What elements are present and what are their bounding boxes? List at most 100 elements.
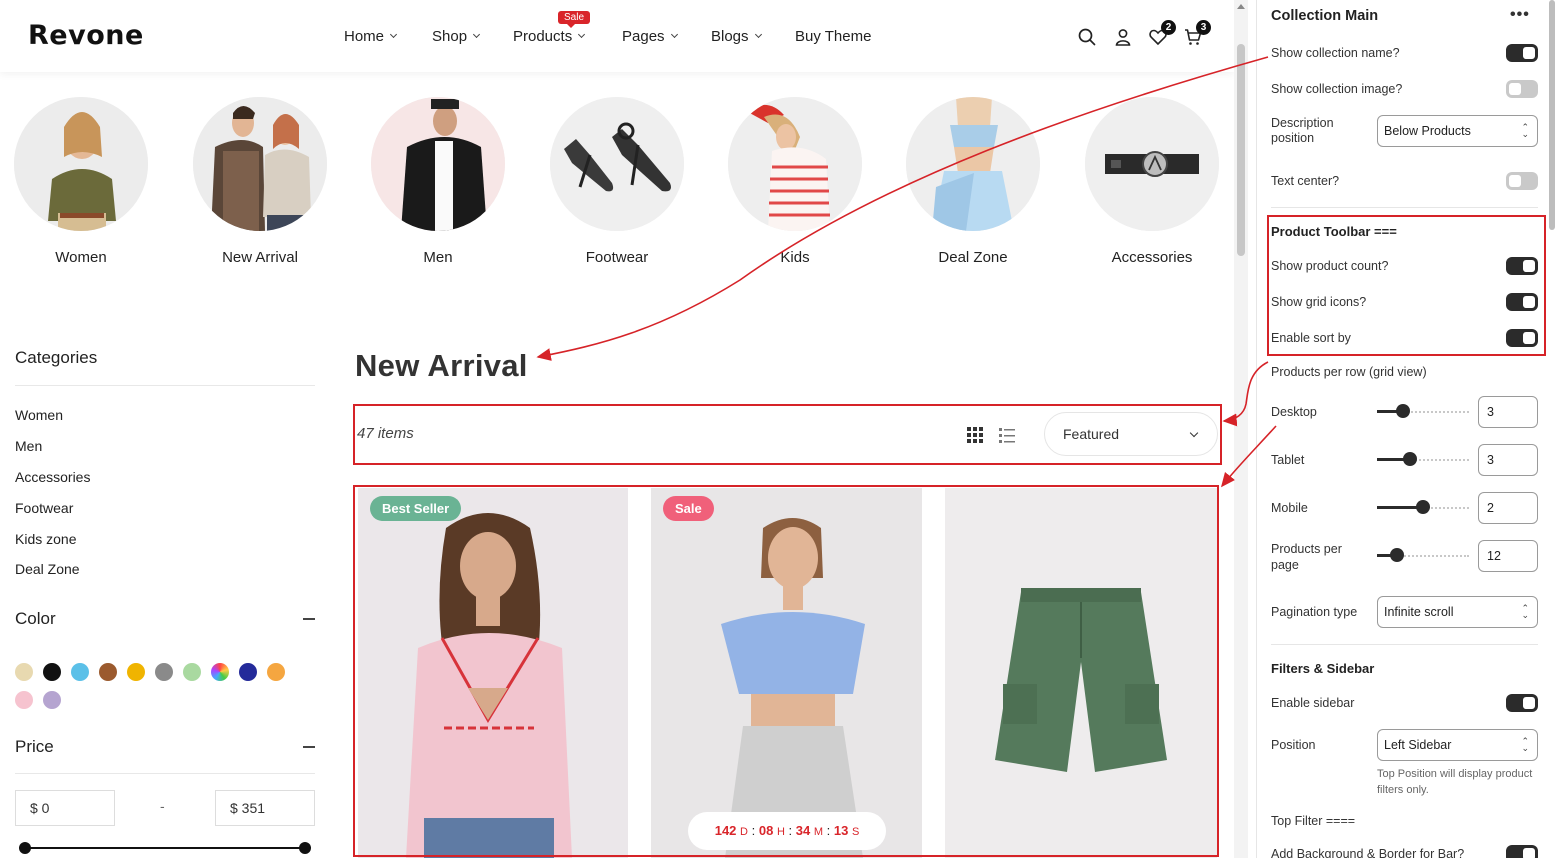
collection-women-image	[14, 97, 148, 231]
nav-pages[interactable]: Pages	[622, 28, 678, 45]
collapse-price-icon[interactable]	[303, 746, 315, 748]
add-background-toggle[interactable]	[1506, 845, 1538, 858]
category-kids-zone[interactable]: Kids zone	[15, 531, 76, 547]
enable-sidebar-toggle[interactable]	[1506, 694, 1538, 712]
color-swatch[interactable]	[99, 663, 117, 681]
preview-scrollbar[interactable]	[1234, 0, 1248, 858]
range-handle[interactable]	[1390, 548, 1404, 562]
text-center-toggle[interactable]	[1506, 172, 1538, 190]
position-value: Left Sidebar	[1384, 738, 1452, 752]
filters-sidebar-heading: Filters & Sidebar	[1271, 661, 1375, 676]
collection-footwear-image	[550, 97, 684, 231]
categories-heading: Categories	[15, 348, 98, 367]
wishlist-button[interactable]: 2	[1149, 20, 1176, 46]
price-max-input[interactable]: $ 351	[215, 790, 315, 826]
collection-accessories-label: Accessories	[1111, 249, 1193, 266]
price-slider-max-handle[interactable]	[299, 842, 311, 854]
more-options-icon[interactable]: •••	[1510, 6, 1530, 24]
products-per-row-heading: Products per row (grid view)	[1271, 365, 1427, 379]
position-hint: Top Position will display product filter…	[1377, 768, 1533, 796]
scroll-up-icon[interactable]	[1237, 4, 1245, 9]
color-swatch[interactable]	[15, 663, 33, 681]
show-collection-image-toggle[interactable]	[1506, 80, 1538, 98]
collection-new-arrival[interactable]: New Arrival	[193, 97, 327, 266]
color-swatch[interactable]	[239, 663, 257, 681]
sale-badge: Sale	[558, 11, 591, 28]
collection-deal-zone[interactable]: Deal Zone	[906, 97, 1040, 266]
range-handle[interactable]	[1416, 500, 1430, 514]
color-swatch[interactable]	[15, 691, 33, 709]
chevron-down-icon	[473, 30, 481, 39]
description-position-select[interactable]: Below Products ⌃ ⌄	[1377, 115, 1538, 147]
nav-products[interactable]: Products	[513, 28, 586, 45]
scrollbar-thumb[interactable]	[1549, 0, 1555, 230]
enable-sidebar-label: Enable sidebar	[1271, 696, 1355, 710]
range-handle[interactable]	[1396, 404, 1410, 418]
tablet-range-slider[interactable]	[1377, 451, 1469, 467]
collection-accessories[interactable]: Accessories	[1085, 97, 1219, 266]
select-arrows-icon: ⌃ ⌄	[1521, 736, 1529, 753]
nav-home-label: Home	[344, 28, 385, 45]
color-swatch[interactable]	[211, 663, 229, 681]
tablet-number-input[interactable]: 3	[1478, 444, 1538, 476]
desktop-number-input[interactable]: 3	[1478, 396, 1538, 428]
divider	[1271, 207, 1538, 208]
color-swatch[interactable]	[43, 663, 61, 681]
desktop-range-slider[interactable]	[1377, 403, 1469, 419]
add-background-label: Add Background & Border for Bar?	[1271, 847, 1465, 858]
section-title: Collection Main	[1271, 8, 1379, 24]
show-collection-name-label: Show collection name?	[1271, 46, 1400, 60]
search-icon[interactable]	[1078, 28, 1096, 46]
editor-scrollbar[interactable]	[1547, 0, 1557, 858]
category-deal-zone[interactable]: Deal Zone	[15, 561, 80, 577]
nav-shop[interactable]: Shop	[432, 28, 481, 45]
color-swatch[interactable]	[267, 663, 285, 681]
products-per-page-range-slider[interactable]	[1377, 547, 1469, 563]
collection-kids[interactable]: Kids	[728, 97, 862, 266]
collection-men[interactable]: Men	[371, 97, 505, 266]
range-track	[1397, 555, 1469, 557]
mobile-number-input[interactable]: 2	[1478, 492, 1538, 524]
color-swatch[interactable]	[71, 663, 89, 681]
show-collection-image-label: Show collection image?	[1271, 82, 1403, 96]
site-logo[interactable]: Revone	[28, 20, 144, 51]
select-arrows-icon: ⌃ ⌄	[1521, 122, 1529, 139]
pagination-type-value: Infinite scroll	[1384, 605, 1454, 619]
theme-editor-panel: Collection Main ••• Show collection name…	[1256, 0, 1557, 858]
user-icon[interactable]	[1114, 28, 1132, 46]
price-slider-min-handle[interactable]	[19, 842, 31, 854]
color-swatch[interactable]	[127, 663, 145, 681]
cart-button[interactable]: 3	[1184, 20, 1211, 46]
category-footwear[interactable]: Footwear	[15, 500, 73, 516]
collection-men-label: Men	[423, 249, 453, 266]
mobile-label: Mobile	[1271, 501, 1308, 515]
collection-kids-image	[728, 97, 862, 231]
color-swatch[interactable]	[43, 691, 61, 709]
collection-footwear[interactable]: Footwear	[550, 97, 684, 266]
range-track	[1410, 459, 1469, 461]
scrollbar-thumb[interactable]	[1237, 44, 1245, 256]
nav-blogs[interactable]: Blogs	[711, 28, 762, 45]
collapse-color-icon[interactable]	[303, 618, 315, 620]
top-filter-heading: Top Filter ====	[1271, 814, 1356, 828]
nav-buy-theme[interactable]: Buy Theme	[795, 28, 871, 45]
collection-women[interactable]: Women	[14, 97, 148, 266]
mobile-range-slider[interactable]	[1377, 499, 1469, 515]
pagination-type-select[interactable]: Infinite scroll ⌃ ⌄	[1377, 596, 1538, 628]
nav-home[interactable]: Home	[344, 28, 398, 45]
color-swatch[interactable]	[183, 663, 201, 681]
category-accessories[interactable]: Accessories	[15, 469, 90, 485]
position-select[interactable]: Left Sidebar ⌃ ⌄	[1377, 729, 1538, 761]
nav-pages-label: Pages	[622, 28, 665, 45]
category-men[interactable]: Men	[15, 438, 42, 454]
select-arrows-icon: ⌃ ⌄	[1521, 603, 1529, 620]
chevron-down-icon	[754, 30, 762, 39]
products-per-page-number-input[interactable]: 12	[1478, 540, 1538, 572]
pagination-type-label: Pagination type	[1271, 605, 1358, 619]
price-separator: -	[160, 798, 165, 814]
range-handle[interactable]	[1403, 452, 1417, 466]
color-swatch[interactable]	[155, 663, 173, 681]
category-women[interactable]: Women	[15, 407, 63, 423]
show-collection-name-toggle[interactable]	[1506, 44, 1538, 62]
price-min-input[interactable]: $ 0	[15, 790, 115, 826]
